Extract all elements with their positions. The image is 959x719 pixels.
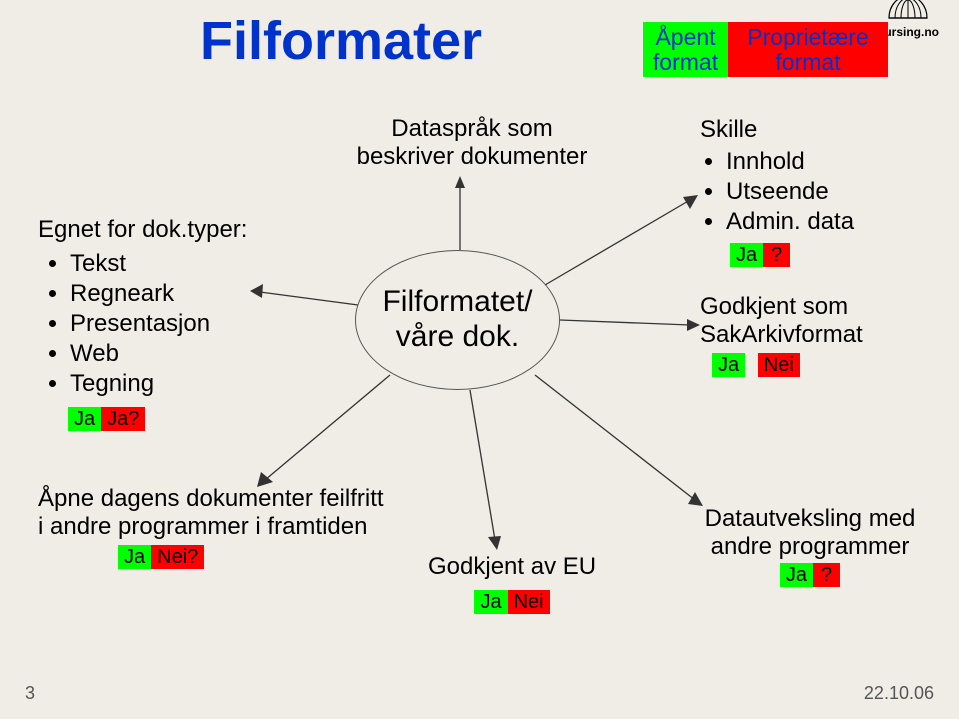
datautveksling-line2: andre programmer <box>685 533 935 561</box>
badge-ja: Ja <box>68 407 101 431</box>
list-item: Innhold <box>726 147 854 177</box>
badge-question: ? <box>813 563 840 587</box>
list-item: Web <box>70 339 247 369</box>
badge-nei: Nei <box>758 353 800 377</box>
list-item: Presentasjon <box>70 309 247 339</box>
skille-heading: Skille <box>700 115 854 145</box>
page-number: 3 <box>25 683 35 704</box>
tag-proprietaere-format: Proprietære format <box>728 22 888 77</box>
godkjent-sak-line1: Godkjent som <box>700 293 863 321</box>
node-dataspraak: Dataspråk som beskriver dokumenter <box>342 115 602 170</box>
skille-list: Innhold Utseende Admin. data <box>706 147 854 237</box>
list-item: Tegning <box>70 369 247 399</box>
node-godkjent-sak: Godkjent som SakArkivformat Ja Nei <box>700 293 863 378</box>
badge-ja: Ja <box>474 590 507 614</box>
node-datautveksling: Datautveksling med andre programmer Ja? <box>685 505 935 588</box>
tag-apent-format: Åpent format <box>643 22 728 77</box>
center-node: Filformatet/ våre dok. <box>355 250 560 390</box>
logo-icon <box>885 0 931 20</box>
badge-ja: Ja <box>118 545 151 569</box>
node-apne-dagens: Åpne dagens dokumenter feilfritt i andre… <box>38 485 408 570</box>
badge-ja: Ja <box>712 353 745 377</box>
list-item: Admin. data <box>726 207 854 237</box>
badge-ja: Ja <box>730 243 763 267</box>
apne-dagens-line1: Åpne dagens dokumenter feilfritt <box>38 485 408 513</box>
page-date: 22.10.06 <box>864 683 934 704</box>
list-item: Regneark <box>70 279 247 309</box>
godkjent-sak-line2: SakArkivformat <box>700 321 863 349</box>
badge-ja-question: Ja? <box>101 407 145 431</box>
egnet-list: Tekst Regneark Presentasjon Web Tegning <box>50 249 247 399</box>
center-node-label: Filformatet/ våre dok. <box>382 285 532 353</box>
node-godkjent-eu: Godkjent av EU JaNei <box>428 550 596 617</box>
datautveksling-line1: Datautveksling med <box>685 505 935 533</box>
badge-nei-question: Nei? <box>151 545 204 569</box>
apne-dagens-line2: i andre programmer i framtiden <box>38 513 408 541</box>
egnet-heading: Egnet for dok.typer: <box>38 215 247 245</box>
node-skille: Skille Innhold Utseende Admin. data Ja? <box>700 115 854 269</box>
godkjent-eu-label: Godkjent av EU <box>428 550 596 584</box>
badge-nei: Nei <box>508 590 550 614</box>
badge-question: ? <box>763 243 790 267</box>
tag-proprietaere-format-label: Proprietære format <box>747 24 868 75</box>
list-item: Utseende <box>726 177 854 207</box>
page-title: Filformater <box>200 10 482 72</box>
node-egnet: Egnet for dok.typer: Tekst Regneark Pres… <box>38 215 247 433</box>
list-item: Tekst <box>70 249 247 279</box>
tag-apent-format-label: Åpent format <box>653 24 718 75</box>
badge-ja: Ja <box>780 563 813 587</box>
